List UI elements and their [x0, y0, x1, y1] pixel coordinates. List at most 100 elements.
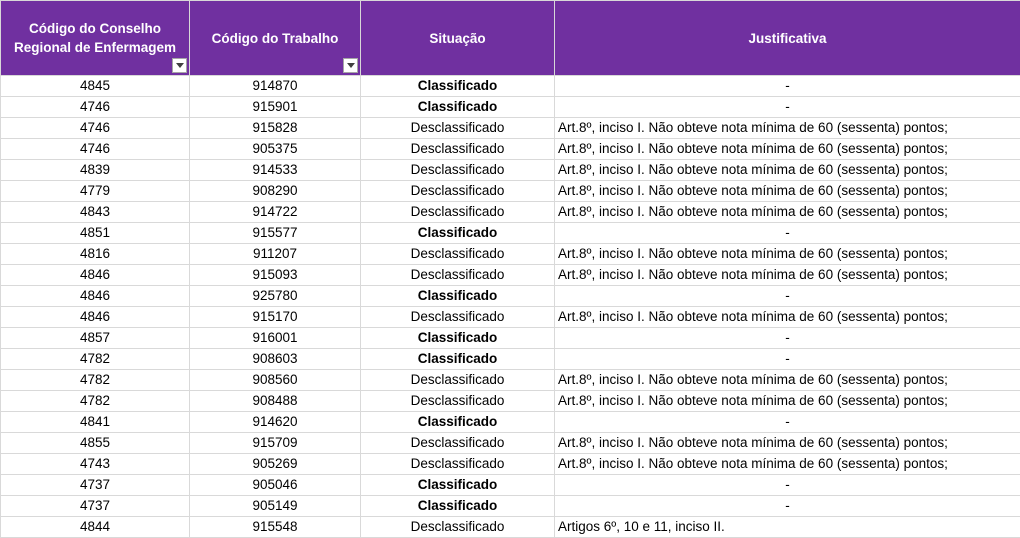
- table-row: 4855 915709 Desclassificado Art.8º, inciso …: [0, 432, 1020, 454]
- cell-justificativa[interactable]: -: [554, 327, 1020, 349]
- cell-trabalho[interactable]: 925780: [189, 285, 361, 307]
- cell-situacao[interactable]: Desclassificado: [360, 159, 555, 181]
- cell-situacao[interactable]: Desclassificado: [360, 306, 555, 328]
- cell-justificativa[interactable]: Art.8º, inciso I. Não obteve nota mínima…: [554, 243, 1020, 265]
- cell-justificativa[interactable]: Art.8º, inciso I. Não obteve nota mínima…: [554, 453, 1020, 475]
- cell-trabalho[interactable]: 905046: [189, 474, 361, 496]
- header-justificativa[interactable]: Justificativa: [554, 0, 1020, 76]
- cell-conselho[interactable]: 4855: [0, 432, 190, 454]
- cell-justificativa[interactable]: Art.8º, inciso I. Não obteve nota mínima…: [554, 138, 1020, 160]
- cell-conselho[interactable]: 4746: [0, 138, 190, 160]
- cell-situacao[interactable]: Classificado: [360, 222, 555, 244]
- cell-justificativa[interactable]: -: [554, 474, 1020, 496]
- table-row: 4782 908560 Desclassificado Art.8º, inciso …: [0, 369, 1020, 391]
- cell-justificativa[interactable]: Art.8º, inciso I. Não obteve nota mínima…: [554, 201, 1020, 223]
- cell-justificativa[interactable]: Art.8º, inciso I. Não obteve nota mínima…: [554, 432, 1020, 454]
- cell-trabalho[interactable]: 905375: [189, 138, 361, 160]
- cell-justificativa[interactable]: Artigos 6º, 10 e 11, inciso II.: [554, 516, 1020, 538]
- cell-trabalho[interactable]: 908603: [189, 348, 361, 370]
- cell-situacao[interactable]: Desclassificado: [360, 201, 555, 223]
- cell-conselho[interactable]: 4779: [0, 180, 190, 202]
- table-row: 4746 905375 Desclassificado Art.8º, inciso …: [0, 138, 1020, 160]
- header-situacao-label: Situação: [429, 30, 486, 46]
- cell-situacao[interactable]: Desclassificado: [360, 180, 555, 202]
- cell-trabalho[interactable]: 914870: [189, 75, 361, 97]
- cell-justificativa[interactable]: Art.8º, inciso I. Não obteve nota mínima…: [554, 117, 1020, 139]
- cell-situacao[interactable]: Desclassificado: [360, 453, 555, 475]
- cell-conselho[interactable]: 4743: [0, 453, 190, 475]
- cell-situacao[interactable]: Desclassificado: [360, 264, 555, 286]
- cell-situacao[interactable]: Classificado: [360, 75, 555, 97]
- cell-trabalho[interactable]: 914722: [189, 201, 361, 223]
- cell-justificativa[interactable]: -: [554, 411, 1020, 433]
- cell-justificativa[interactable]: Art.8º, inciso I. Não obteve nota mínima…: [554, 264, 1020, 286]
- cell-trabalho[interactable]: 915901: [189, 96, 361, 118]
- cell-trabalho[interactable]: 914533: [189, 159, 361, 181]
- cell-trabalho[interactable]: 915709: [189, 432, 361, 454]
- cell-situacao[interactable]: Classificado: [360, 411, 555, 433]
- cell-justificativa[interactable]: Art.8º, inciso I. Não obteve nota mínima…: [554, 306, 1020, 328]
- cell-conselho[interactable]: 4746: [0, 96, 190, 118]
- cell-justificativa[interactable]: -: [554, 348, 1020, 370]
- cell-trabalho[interactable]: 914620: [189, 411, 361, 433]
- cell-conselho[interactable]: 4851: [0, 222, 190, 244]
- filter-dropdown-icon[interactable]: [343, 58, 358, 73]
- cell-conselho[interactable]: 4782: [0, 348, 190, 370]
- cell-conselho[interactable]: 4782: [0, 369, 190, 391]
- cell-trabalho[interactable]: 905269: [189, 453, 361, 475]
- cell-conselho[interactable]: 4737: [0, 474, 190, 496]
- cell-justificativa[interactable]: -: [554, 285, 1020, 307]
- cell-trabalho[interactable]: 915093: [189, 264, 361, 286]
- cell-trabalho[interactable]: 915548: [189, 516, 361, 538]
- header-conselho[interactable]: Código do Conselho Regional de Enfermage…: [0, 0, 190, 76]
- header-trabalho[interactable]: Código do Trabalho: [189, 0, 361, 76]
- cell-conselho[interactable]: 4846: [0, 306, 190, 328]
- cell-conselho[interactable]: 4839: [0, 159, 190, 181]
- cell-conselho[interactable]: 4746: [0, 117, 190, 139]
- cell-conselho[interactable]: 4846: [0, 264, 190, 286]
- cell-situacao[interactable]: Desclassificado: [360, 138, 555, 160]
- header-situacao[interactable]: Situação: [360, 0, 555, 76]
- cell-situacao[interactable]: Desclassificado: [360, 516, 555, 538]
- cell-situacao[interactable]: Classificado: [360, 96, 555, 118]
- cell-conselho[interactable]: 4782: [0, 390, 190, 412]
- cell-conselho[interactable]: 4843: [0, 201, 190, 223]
- table-row: 4839 914533 Desclassificado Art.8º, inciso …: [0, 159, 1020, 181]
- cell-conselho[interactable]: 4845: [0, 75, 190, 97]
- cell-situacao[interactable]: Desclassificado: [360, 243, 555, 265]
- cell-justificativa[interactable]: Art.8º, inciso I. Não obteve nota mínima…: [554, 159, 1020, 181]
- filter-dropdown-icon[interactable]: [172, 58, 187, 73]
- cell-conselho[interactable]: 4857: [0, 327, 190, 349]
- cell-conselho[interactable]: 4841: [0, 411, 190, 433]
- cell-trabalho[interactable]: 908488: [189, 390, 361, 412]
- cell-trabalho[interactable]: 915828: [189, 117, 361, 139]
- cell-conselho[interactable]: 4844: [0, 516, 190, 538]
- cell-trabalho[interactable]: 911207: [189, 243, 361, 265]
- cell-trabalho[interactable]: 915170: [189, 306, 361, 328]
- cell-situacao[interactable]: Desclassificado: [360, 432, 555, 454]
- cell-situacao[interactable]: Classificado: [360, 474, 555, 496]
- cell-situacao[interactable]: Classificado: [360, 495, 555, 517]
- cell-conselho[interactable]: 4737: [0, 495, 190, 517]
- cell-situacao[interactable]: Desclassificado: [360, 369, 555, 391]
- cell-justificativa[interactable]: Art.8º, inciso I. Não obteve nota mínima…: [554, 390, 1020, 412]
- cell-situacao[interactable]: Desclassificado: [360, 117, 555, 139]
- table-row: 4737 905149 Classificado -: [0, 495, 1020, 517]
- cell-justificativa[interactable]: Art.8º, inciso I. Não obteve nota mínima…: [554, 180, 1020, 202]
- cell-justificativa[interactable]: Art.8º, inciso I. Não obteve nota mínima…: [554, 369, 1020, 391]
- cell-trabalho[interactable]: 908560: [189, 369, 361, 391]
- cell-situacao[interactable]: Desclassificado: [360, 390, 555, 412]
- cell-trabalho[interactable]: 915577: [189, 222, 361, 244]
- cell-trabalho[interactable]: 916001: [189, 327, 361, 349]
- cell-conselho[interactable]: 4846: [0, 285, 190, 307]
- cell-justificativa[interactable]: -: [554, 96, 1020, 118]
- cell-justificativa[interactable]: -: [554, 75, 1020, 97]
- cell-situacao[interactable]: Classificado: [360, 285, 555, 307]
- cell-conselho[interactable]: 4816: [0, 243, 190, 265]
- cell-trabalho[interactable]: 908290: [189, 180, 361, 202]
- cell-situacao[interactable]: Classificado: [360, 327, 555, 349]
- cell-justificativa[interactable]: -: [554, 222, 1020, 244]
- cell-justificativa[interactable]: -: [554, 495, 1020, 517]
- cell-trabalho[interactable]: 905149: [189, 495, 361, 517]
- cell-situacao[interactable]: Classificado: [360, 348, 555, 370]
